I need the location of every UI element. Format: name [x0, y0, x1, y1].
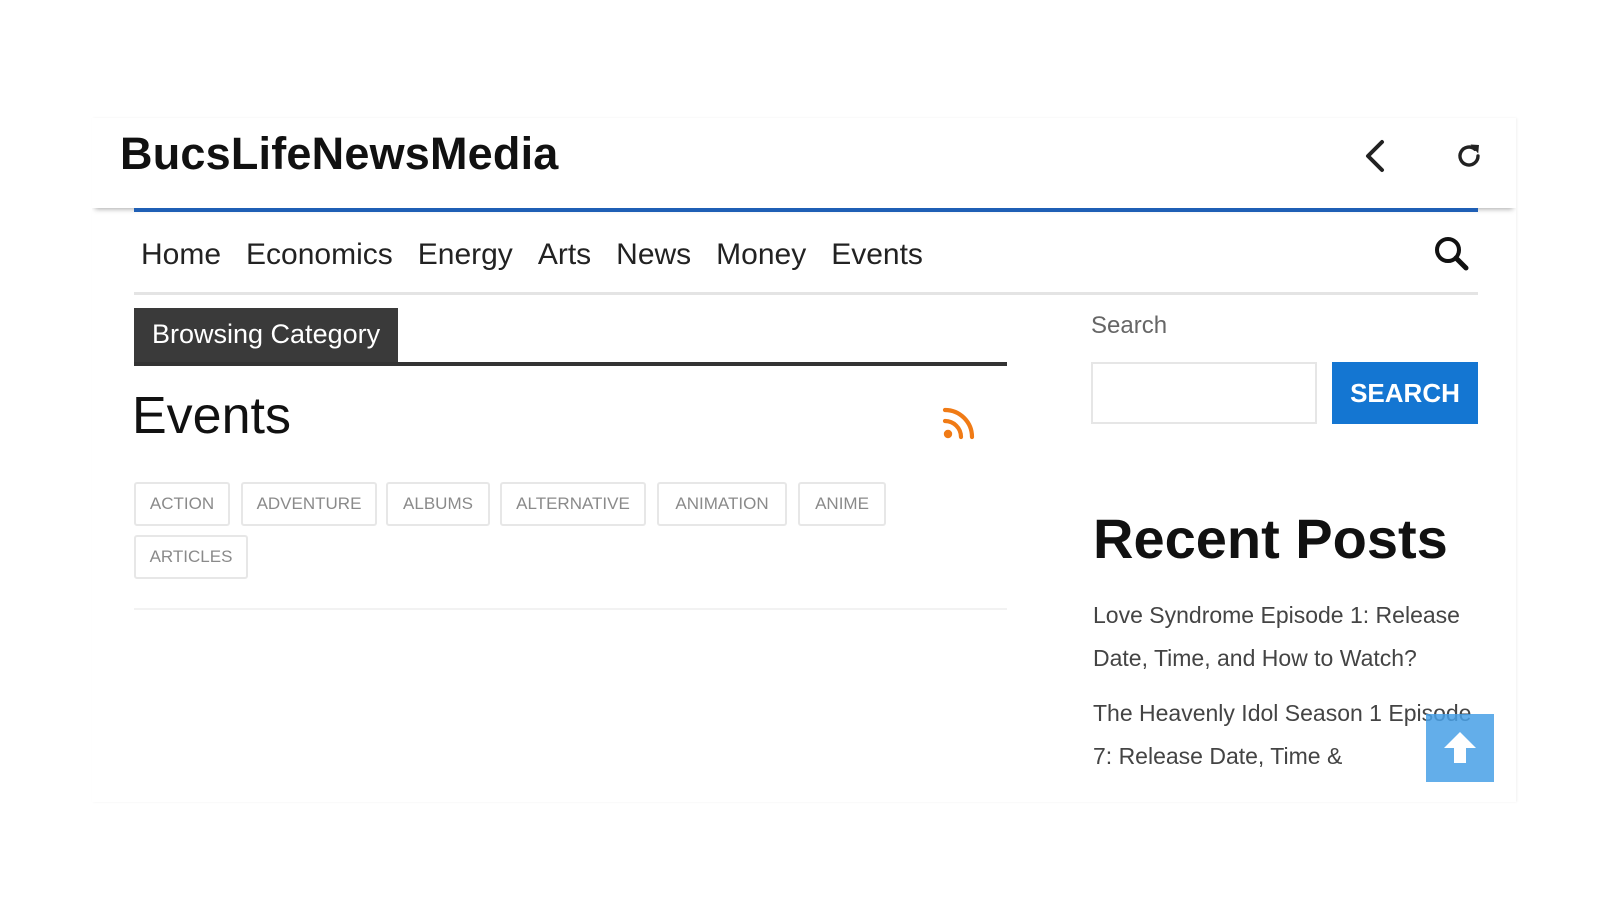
- sidebar-search-button[interactable]: SEARCH: [1332, 362, 1478, 424]
- recent-post-link[interactable]: Love Syndrome Episode 1: Release Date, T…: [1093, 594, 1485, 680]
- app-window: BucsLifeNewsMedia Home Economics Energy …: [92, 118, 1516, 802]
- reload-icon: [1458, 144, 1480, 167]
- nav-item-home[interactable]: Home: [141, 238, 221, 272]
- app-title: BucsLifeNewsMedia: [120, 128, 559, 179]
- tag-alternative[interactable]: ALTERNATIVE: [500, 482, 646, 526]
- nav-items: Home Economics Energy Arts News Money Ev…: [141, 238, 948, 272]
- recent-posts-title: Recent Posts: [1093, 507, 1448, 570]
- chevron-left-icon: [1366, 140, 1384, 172]
- accent-line: [134, 208, 1478, 212]
- nav-item-news[interactable]: News: [616, 238, 691, 272]
- tag-anime[interactable]: ANIME: [798, 482, 886, 526]
- nav-search-button[interactable]: [1432, 234, 1472, 274]
- scroll-to-top-button[interactable]: [1426, 714, 1494, 782]
- category-label: Browsing Category: [134, 308, 399, 362]
- nav-item-energy[interactable]: Energy: [418, 238, 513, 272]
- tag-adventure[interactable]: ADVENTURE: [241, 482, 377, 526]
- search-icon: [1435, 237, 1469, 271]
- tag-action[interactable]: ACTION: [134, 482, 230, 526]
- content-divider: [134, 608, 1007, 610]
- tag-animation[interactable]: ANIMATION: [657, 482, 787, 526]
- rss-icon: [942, 407, 975, 440]
- nav-item-arts[interactable]: Arts: [538, 238, 591, 272]
- sidebar-search-input[interactable]: [1091, 362, 1317, 424]
- nav-item-events[interactable]: Events: [831, 238, 923, 272]
- arrow-up-icon: [1444, 732, 1476, 763]
- page-title: Events: [132, 387, 291, 445]
- back-button[interactable]: [1356, 136, 1396, 176]
- tag-albums[interactable]: ALBUMS: [386, 482, 490, 526]
- rss-feed-link[interactable]: [942, 404, 978, 440]
- nav-item-economics[interactable]: Economics: [246, 238, 393, 272]
- sidebar-search-label: Search: [1091, 312, 1168, 339]
- nav-item-money[interactable]: Money: [716, 238, 806, 272]
- title-bar: BucsLifeNewsMedia: [92, 118, 1516, 208]
- tag-articles[interactable]: ARTICLES: [134, 535, 248, 579]
- main-nav: Home Economics Energy Arts News Money Ev…: [134, 228, 1478, 295]
- reload-button[interactable]: [1449, 136, 1489, 176]
- category-header: Browsing Category: [134, 308, 1007, 366]
